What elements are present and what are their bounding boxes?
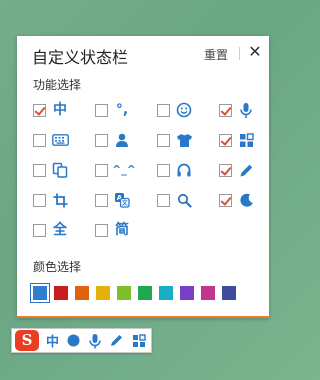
reset-button[interactable]: 重置 [204,46,228,63]
function-option-crop[interactable] [33,191,83,211]
keyboard-icon [51,131,69,149]
function-checkbox[interactable] [157,194,170,207]
emoticon-icon: ^_^ [112,163,136,176]
function-option-chinese-mode[interactable]: 中 [33,101,83,121]
color-swatch[interactable] [201,286,215,300]
function-option-fullwidth[interactable]: 全 [33,221,83,241]
function-checkbox[interactable] [33,164,46,177]
function-option-punctuation[interactable]: °, [95,101,145,121]
function-option-grid[interactable] [219,131,269,151]
search-icon [175,191,193,209]
moon-icon [237,191,255,209]
function-option-pencil[interactable] [219,161,269,181]
functions-section-label: 功能选择 [33,78,82,92]
panel-title: 自定义状态栏 [32,48,129,67]
function-option-simplified[interactable]: 简 [95,221,145,241]
function-option-headphones[interactable] [157,161,207,181]
function-checkbox[interactable] [157,134,170,147]
user-icon [113,131,131,149]
svg-text:文: 文 [121,199,129,207]
fullwidth-icon: 全 [53,222,67,238]
function-checkbox[interactable] [33,134,46,147]
color-swatch[interactable] [180,286,194,300]
translate-icon: A文 [113,191,131,209]
function-option-tshirt[interactable] [157,131,207,151]
simplified-icon: 简 [115,222,129,238]
function-checkbox[interactable] [95,194,108,207]
function-option-translate[interactable]: A文 [95,191,145,211]
color-swatch[interactable] [96,286,110,300]
function-checkbox[interactable] [33,194,46,207]
function-option-search[interactable] [157,191,207,211]
custom-status-bar-panel: 自定义状态栏 重置 ✕ 功能选择 颜色选择 中 °, ^_^ A 文全 简 [17,36,269,318]
function-checkbox[interactable] [33,224,46,237]
colors-section-label: 颜色选择 [33,260,82,274]
function-checkbox[interactable] [95,134,108,147]
copy-icon [51,161,69,179]
function-checkbox[interactable] [95,164,108,177]
function-option-emoticon[interactable]: ^_^ [95,161,145,181]
grid-icon [237,131,255,149]
function-option-microphone[interactable] [219,101,269,121]
function-checkbox[interactable] [219,134,232,147]
function-option-copy[interactable] [33,161,83,181]
color-swatch[interactable] [159,286,173,300]
function-option-smiley[interactable] [157,101,207,121]
tshirt-icon [175,131,193,149]
microphone-icon[interactable] [86,332,103,349]
function-checkbox[interactable] [219,194,232,207]
function-checkbox[interactable] [219,164,232,177]
color-swatch[interactable] [222,286,236,300]
punctuation-dot-icon[interactable] [65,332,82,349]
function-option-user[interactable] [95,131,145,151]
color-swatch[interactable] [54,286,68,300]
grid-icon[interactable] [130,332,147,349]
color-swatch[interactable] [30,283,50,303]
color-swatch[interactable] [138,286,152,300]
function-checkbox[interactable] [219,104,232,117]
color-swatch[interactable] [75,286,89,300]
punctuation-icon: °, [115,102,129,118]
function-checkbox[interactable] [157,104,170,117]
close-icon[interactable]: ✕ [247,43,263,61]
function-option-keyboard[interactable] [33,131,83,151]
crop-icon [51,191,69,209]
color-swatch[interactable] [117,286,131,300]
function-option-moon[interactable] [219,191,269,211]
pencil-icon [237,161,255,179]
pencil-icon[interactable] [108,332,125,349]
microphone-icon [237,101,255,119]
header-divider [239,47,240,60]
function-checkbox[interactable] [33,104,46,117]
function-checkbox[interactable] [157,164,170,177]
function-checkbox[interactable] [95,104,108,117]
sogou-logo-icon[interactable]: S [15,330,39,351]
smiley-icon [175,101,193,119]
headphones-icon [175,161,193,179]
function-checkbox[interactable] [95,224,108,237]
chinese-mode-icon: 中 [53,102,67,118]
chinese-mode-icon[interactable]: 中 [44,332,61,350]
ime-status-bar: S 中 [11,328,152,353]
